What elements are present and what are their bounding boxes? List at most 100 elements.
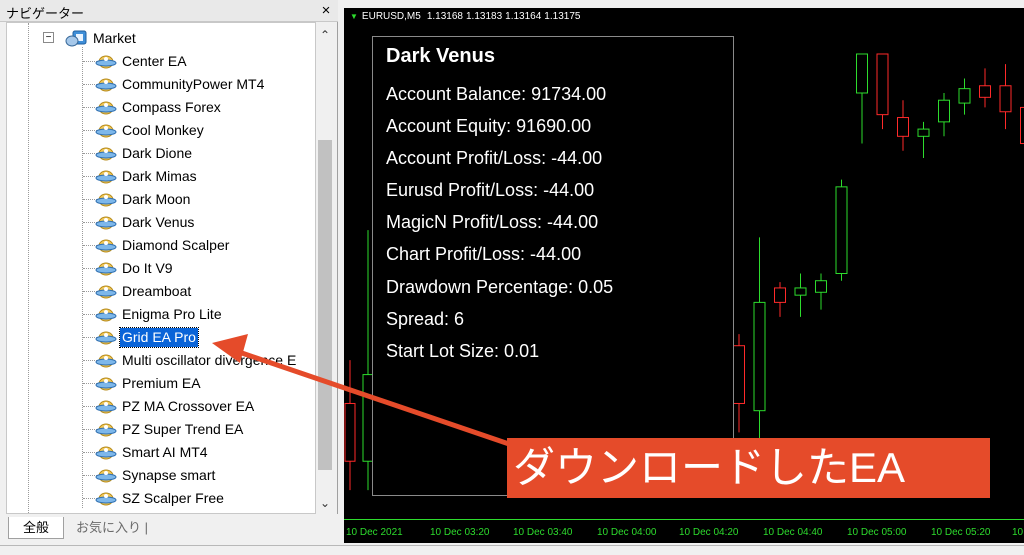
- quote-high: 1.13183: [465, 11, 503, 22]
- tree-item[interactable]: Premium EA: [7, 372, 315, 395]
- tree-item-label: Compass Forex: [122, 99, 221, 115]
- tree-item-label: Multi oscillator divergence E: [122, 352, 297, 368]
- scroll-down-icon[interactable]: ⌄: [316, 496, 334, 512]
- tree-item-label: Dark Dione: [122, 145, 193, 161]
- tree-item[interactable]: Smart AI MT4: [7, 441, 315, 464]
- chart-collapse-icon[interactable]: ▼: [350, 12, 358, 21]
- candle-body: [999, 85, 1012, 113]
- chart-header: ▼ EURUSD,M5 1.13168 1.13183 1.13164 1.13175: [350, 11, 583, 22]
- candle-body: [958, 88, 971, 104]
- tree-item[interactable]: Dark Mimas: [7, 165, 315, 188]
- candle-body: [774, 287, 786, 303]
- tree-item[interactable]: Dreamboat: [7, 280, 315, 303]
- tree-item-label: Dark Mimas: [122, 168, 197, 184]
- expert-advisor-icon: [95, 147, 117, 161]
- tree-item-label: Center EA: [122, 53, 187, 69]
- tree-item[interactable]: Compass Forex: [7, 96, 315, 119]
- candle-body: [344, 402, 356, 462]
- tree-item[interactable]: Multi oscillator divergence E: [7, 349, 315, 372]
- tree-item[interactable]: Synapse smart: [7, 464, 315, 487]
- expert-advisor-icon: [95, 377, 117, 391]
- quote-close: 1.13175: [544, 11, 581, 22]
- navigator-panel: ナビゲーター × − Market Center EA CommunityPowe…: [0, 0, 338, 545]
- expert-advisor-icon: [95, 55, 117, 69]
- candle-body: [753, 301, 766, 412]
- tree-item[interactable]: PZ MA Crossover EA: [7, 395, 315, 418]
- tree-item-label: Dreamboat: [122, 283, 192, 299]
- tree-item-label: PZ Super Trend EA: [122, 421, 244, 437]
- tree-item[interactable]: Do It V9: [7, 257, 315, 280]
- tree-item-label: Premium EA: [122, 375, 201, 391]
- time-axis: 10 Dec 2021 10 Dec 03:20 10 Dec 03:40 10 De…: [344, 519, 1024, 543]
- ea-info-title: Dark Venus: [386, 45, 495, 67]
- account-equity: Account Equity: 91690.00: [386, 116, 592, 136]
- tree-item[interactable]: CommunityPower MT4: [7, 73, 315, 96]
- time-tick-label: 10 Dec 04:00: [597, 527, 657, 538]
- tree-item-label: Synapse smart: [122, 467, 216, 483]
- navigator-tree: − Market Center EA CommunityPower MT4 Comp…: [6, 22, 316, 514]
- scrollbar-thumb[interactable]: [318, 140, 332, 470]
- tree-item-label: Cool Monkey: [122, 122, 204, 138]
- symbol-profit-loss: Eurusd Profit/Loss: -44.00: [386, 180, 595, 200]
- tree-item[interactable]: Center EA: [7, 50, 315, 73]
- expert-advisor-icon: [95, 78, 117, 92]
- navigator-title: ナビゲーター: [6, 6, 85, 21]
- tree-item[interactable]: Enigma Pro Lite: [7, 303, 315, 326]
- time-tick-label: 10 Dec 2021: [346, 527, 403, 538]
- tree-item-label: SZ Scalper Free: [122, 490, 224, 506]
- magic-number-profit-loss: MagicN Profit/Loss: -44.00: [386, 212, 599, 232]
- time-tick-label: 10 Dec 04:40: [763, 527, 823, 538]
- expert-advisor-icon: [95, 331, 117, 345]
- tree-node-market[interactable]: − Market: [7, 27, 315, 50]
- chart-symbol: EURUSD,M5: [361, 11, 421, 22]
- close-icon[interactable]: ×: [317, 2, 335, 20]
- expert-advisor-icon: [95, 400, 117, 414]
- candle-body: [733, 345, 745, 404]
- candle-body: [856, 53, 868, 94]
- drawdown-percentage: Drawdown Percentage: 0.05: [386, 277, 614, 297]
- tree-item[interactable]: Dark Venus: [7, 211, 315, 234]
- tree-item-label: Diamond Scalper: [122, 237, 230, 253]
- ea-info-panel: Dark Venus Account Balance: 91734.00 Acc…: [372, 36, 734, 496]
- candle-body: [917, 128, 930, 137]
- time-tick-label: 10 Dec 04:20: [679, 527, 739, 538]
- navigator-title-bar: ナビゲーター ×: [0, 0, 338, 22]
- annotation-callout: ダウンロードしたEA: [507, 438, 990, 498]
- tree-item-label: Do It V9: [122, 260, 173, 276]
- expert-advisor-icon: [95, 216, 117, 230]
- tree-item[interactable]: Diamond Scalper: [7, 234, 315, 257]
- collapse-toggle-icon[interactable]: −: [43, 32, 54, 43]
- market-folder-icon: [65, 30, 87, 47]
- expert-advisor-icon: [95, 469, 117, 483]
- quote-low: 1.13164: [505, 11, 542, 22]
- tree-item[interactable]: SZ Scalper Free: [7, 487, 315, 510]
- expert-advisor-icon: [95, 170, 117, 184]
- tree-item[interactable]: Dark Moon: [7, 188, 315, 211]
- tree-item-label: PZ MA Crossover EA: [122, 398, 255, 414]
- tree-node-label: Market: [93, 30, 136, 46]
- candle-body: [794, 287, 807, 296]
- tab-general[interactable]: 全般: [8, 517, 64, 539]
- tree-item-label: Dark Moon: [122, 191, 191, 207]
- tree-item-label: Enigma Pro Lite: [122, 306, 222, 322]
- tree-item[interactable]: Grid EA Pro: [7, 326, 315, 349]
- time-tick-label: 10 Dec 05:00: [847, 527, 907, 538]
- tree-item[interactable]: Cool Monkey: [7, 119, 315, 142]
- candle-body: [1020, 106, 1024, 145]
- status-strip: [0, 545, 1024, 555]
- tab-favorites[interactable]: お気に入り |: [70, 517, 154, 539]
- scroll-up-icon[interactable]: ⌃: [316, 28, 334, 44]
- tree-item-label: Smart AI MT4: [122, 444, 208, 460]
- expert-advisor-icon: [95, 354, 117, 368]
- tree-item-label: CommunityPower MT4: [122, 76, 265, 92]
- tree-item[interactable]: Dark Dione: [7, 142, 315, 165]
- navigator-tabs: 全般 お気に入り |: [0, 514, 338, 545]
- navigator-scrollbar[interactable]: ⌃ ⌄: [316, 22, 334, 514]
- time-tick-label: 10 Dec: [1012, 527, 1024, 538]
- time-tick-label: 10 Dec 05:20: [931, 527, 991, 538]
- expert-advisor-icon: [95, 239, 117, 253]
- expert-advisor-icon: [95, 101, 117, 115]
- tree-item[interactable]: PZ Super Trend EA: [7, 418, 315, 441]
- expert-advisor-icon: [95, 262, 117, 276]
- expert-advisor-icon: [95, 124, 117, 138]
